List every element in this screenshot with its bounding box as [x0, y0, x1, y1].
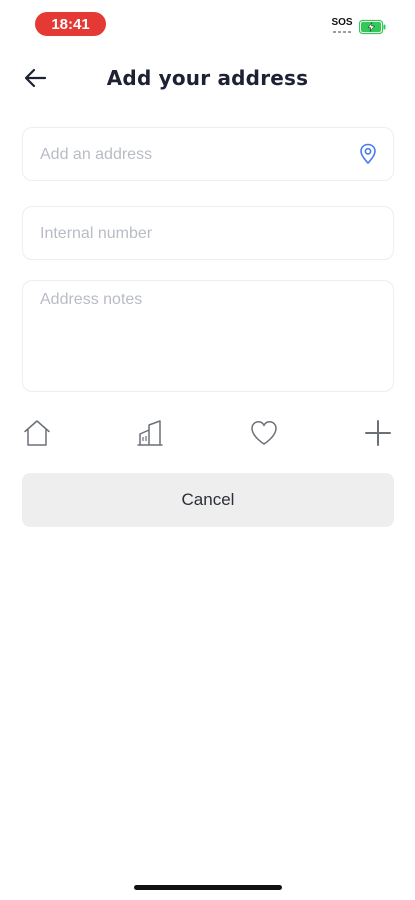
battery-charging-icon [359, 19, 386, 35]
home-indicator[interactable] [134, 885, 282, 890]
heart-icon[interactable] [249, 418, 279, 448]
cancel-button[interactable]: Cancel [22, 473, 394, 527]
signal-dots-icon [330, 31, 354, 33]
internal-number-input[interactable] [40, 223, 370, 245]
home-icon[interactable] [22, 418, 52, 448]
address-notes-input[interactable] [40, 291, 376, 381]
address-field-container [22, 127, 394, 181]
address-input[interactable] [40, 144, 350, 166]
internal-number-field-container [22, 206, 394, 260]
status-time: 18:41 [35, 12, 106, 36]
sos-indicator: SOS [330, 18, 354, 34]
map-pin-icon[interactable] [359, 143, 377, 165]
status-bar: 18:41 SOS [0, 0, 415, 44]
page-title: Add your address [106, 66, 309, 90]
arrow-left-icon[interactable] [22, 64, 50, 92]
sos-label: SOS [331, 17, 353, 28]
plus-icon[interactable] [363, 418, 393, 448]
building-icon[interactable] [135, 418, 165, 448]
address-notes-field-container [22, 280, 394, 392]
